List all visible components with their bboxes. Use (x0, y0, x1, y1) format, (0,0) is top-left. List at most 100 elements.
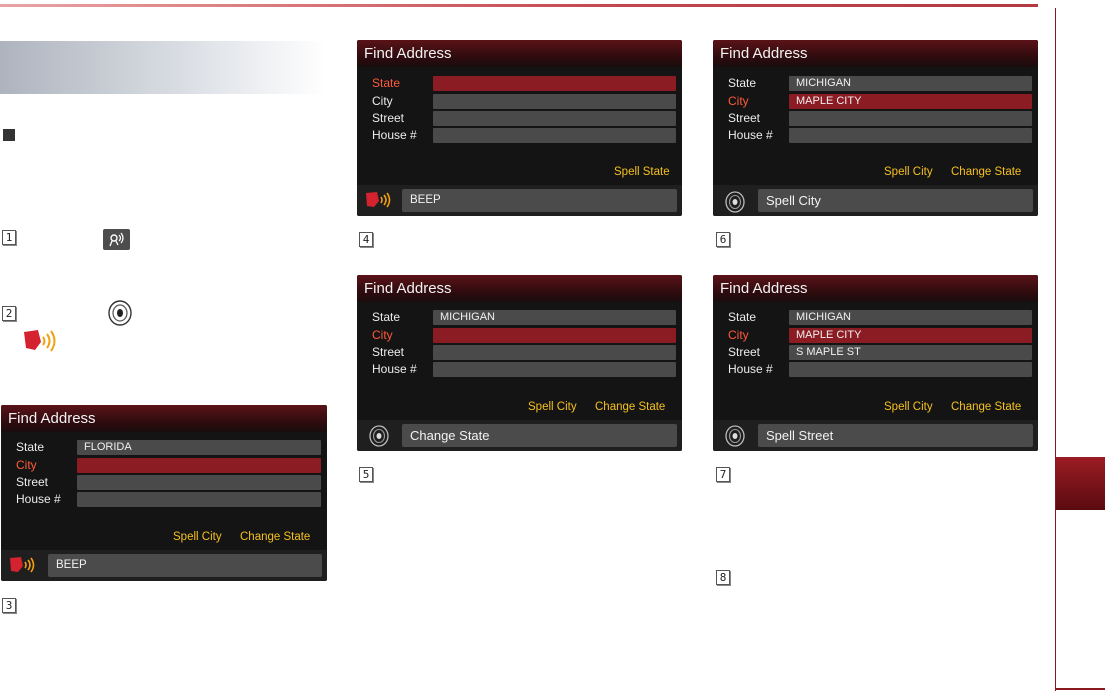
screen-title-bar: Find Address (713, 275, 1038, 302)
spell-state-softkey[interactable]: Spell State (614, 166, 670, 178)
house-label: House # (728, 362, 773, 376)
state-field[interactable]: MICHIGAN (789, 76, 1032, 91)
find-address-screen: Find Address State City Street House # M… (357, 275, 682, 451)
state-field[interactable]: MICHIGAN (789, 310, 1032, 325)
street-field[interactable]: S MAPLE ST (789, 345, 1032, 360)
screen-title-bar: Find Address (1, 405, 327, 432)
city-label: City (16, 458, 37, 472)
state-field[interactable] (433, 76, 676, 91)
city-label: City (728, 94, 749, 108)
street-label: Street (728, 111, 761, 125)
talk-button-icon (103, 229, 130, 250)
step-marker: 1 (2, 230, 16, 245)
change-state-softkey[interactable]: Change State (595, 401, 665, 413)
city-field[interactable] (433, 94, 676, 109)
voice-status: Change State (402, 424, 677, 447)
spell-city-softkey[interactable]: Spell City (528, 401, 577, 413)
state-value: MICHIGAN (796, 77, 851, 89)
change-state-softkey[interactable]: Change State (951, 166, 1021, 178)
screen-title: Find Address (720, 280, 808, 297)
screen-title: Find Address (364, 280, 452, 297)
screen-title: Find Address (364, 45, 452, 62)
bullet-square (3, 129, 15, 141)
house-field[interactable] (789, 362, 1032, 377)
step-marker: 4 (359, 232, 373, 247)
spell-city-softkey[interactable]: Spell City (173, 531, 222, 543)
screen-title-bar: Find Address (713, 40, 1038, 67)
street-label: Street (16, 475, 49, 489)
street-value: S MAPLE ST (796, 346, 861, 358)
voice-status-text: BEEP (410, 194, 441, 206)
find-address-screen: Find Address State City Street House # M… (713, 275, 1038, 451)
city-value: MAPLE CITY (796, 329, 862, 341)
screen-title: Find Address (720, 45, 808, 62)
street-label: Street (372, 345, 405, 359)
find-address-screen: Find Address State City Street House # S… (357, 40, 682, 216)
voice-status-text: Change State (410, 428, 490, 443)
chapter-tab (1056, 457, 1105, 510)
speaker-icon (107, 300, 133, 326)
voice-status-text: BEEP (56, 559, 87, 571)
step-marker: 8 (716, 570, 730, 585)
city-field[interactable]: MAPLE CITY (789, 328, 1032, 343)
right-margin-rule (1055, 8, 1056, 691)
house-label: House # (16, 492, 61, 506)
state-label: State (728, 310, 757, 324)
speaker-icon (723, 190, 747, 214)
spell-city-softkey[interactable]: Spell City (884, 166, 933, 178)
step-marker: 2 (2, 306, 16, 321)
house-field[interactable] (789, 128, 1032, 143)
city-value: MAPLE CITY (796, 95, 862, 107)
step-marker: 5 (359, 467, 373, 482)
state-label: State (728, 76, 757, 90)
step-marker: 3 (2, 598, 16, 613)
mic-speaking-icon (363, 190, 395, 210)
speaker-icon (723, 424, 747, 448)
street-field[interactable] (789, 111, 1032, 126)
house-label: House # (372, 128, 417, 142)
house-field[interactable] (77, 492, 321, 507)
city-label: City (728, 328, 749, 342)
mic-speaking-icon (7, 555, 39, 575)
voice-status: Spell City (758, 189, 1033, 212)
street-field[interactable] (433, 345, 676, 360)
city-field[interactable]: MAPLE CITY (789, 94, 1032, 109)
speaker-icon (367, 424, 391, 448)
state-label: State (372, 310, 401, 324)
spell-city-softkey[interactable]: Spell City (884, 401, 933, 413)
section-header-bar (0, 41, 326, 94)
state-value: FLORIDA (84, 441, 132, 453)
change-state-softkey[interactable]: Change State (951, 401, 1021, 413)
house-label: House # (372, 362, 417, 376)
voice-status-text: Spell Street (766, 428, 834, 443)
state-field[interactable]: FLORIDA (77, 440, 321, 455)
street-field[interactable] (433, 111, 676, 126)
street-field[interactable] (77, 475, 321, 490)
voice-status: Spell Street (758, 424, 1033, 447)
find-address-screen: Find Address State City Street House # F… (1, 405, 327, 581)
state-field[interactable]: MICHIGAN (433, 310, 676, 325)
street-label: Street (372, 111, 405, 125)
house-field[interactable] (433, 128, 676, 143)
city-label: City (372, 328, 393, 342)
step-marker: 7 (716, 467, 730, 482)
city-field[interactable] (77, 458, 321, 473)
house-field[interactable] (433, 362, 676, 377)
city-field[interactable] (433, 328, 676, 343)
change-state-softkey[interactable]: Change State (240, 531, 310, 543)
city-label: City (372, 94, 393, 108)
voice-status-text: Spell City (766, 193, 821, 208)
state-label: State (372, 76, 401, 90)
step-marker: 6 (716, 232, 730, 247)
voice-status: BEEP (48, 554, 322, 577)
street-label: Street (728, 345, 761, 359)
right-bottom-rule (1055, 688, 1105, 690)
mic-speaking-icon (21, 328, 61, 354)
top-rule (0, 4, 1038, 7)
house-label: House # (728, 128, 773, 142)
find-address-screen: Find Address State City Street House # M… (713, 40, 1038, 216)
screen-title: Find Address (8, 410, 96, 427)
voice-status: BEEP (402, 189, 677, 212)
screen-title-bar: Find Address (357, 40, 682, 67)
state-value: MICHIGAN (440, 311, 495, 323)
